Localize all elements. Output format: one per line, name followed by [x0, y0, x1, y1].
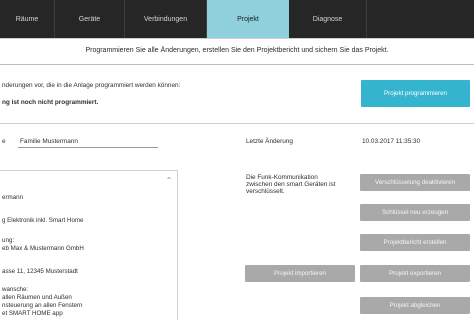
details-line: asse 11, 12345 Musterstadt: [2, 268, 78, 275]
project-details-panel: ermann g Elektronik inkl. Smart Home ung…: [0, 170, 178, 320]
details-line: et SMART HOME app: [2, 310, 63, 317]
project-name-label: e: [2, 138, 6, 145]
tab-projekt[interactable]: Projekt: [207, 0, 289, 38]
complete-project-button[interactable]: Projekt abgleichen: [360, 297, 470, 314]
export-project-button[interactable]: Projekt exportieren: [360, 265, 470, 282]
details-line: nsteuerung an allen Fenstern: [2, 302, 83, 309]
tab-raeume[interactable]: Räume: [0, 0, 55, 38]
deactivate-encryption-button[interactable]: Verschlüsselung deaktivieren: [360, 174, 470, 191]
reset-key-button[interactable]: Schlüssel neu erzeugen: [360, 204, 470, 221]
create-report-button[interactable]: Projektbericht erstellen: [360, 234, 470, 251]
details-line: eb Max & Mustermann GmbH: [2, 245, 84, 252]
instruction-text: Programmieren Sie alle Änderungen, erste…: [0, 38, 474, 65]
details-line: ung:: [2, 237, 15, 244]
encryption-info-line: zwischen den smart Geräten ist: [246, 181, 336, 188]
project-name-underline: [18, 147, 158, 148]
encryption-info-line: verschlüsselt.: [246, 188, 285, 195]
tab-geraete[interactable]: Geräte: [55, 0, 125, 38]
details-line: g Elektronik inkl. Smart Home: [2, 217, 84, 224]
last-change-label: Letzte Änderung: [246, 138, 293, 145]
tab-diagnose[interactable]: Diagnose: [289, 0, 367, 38]
top-navigation: Räume Geräte Verbindungen Projekt Diagno…: [0, 0, 474, 39]
project-name-input[interactable]: Familie Mustermann: [20, 138, 78, 145]
details-line: wansche:: [2, 286, 29, 293]
encryption-info-line: Die Funk-Kommunikation: [246, 174, 318, 181]
scroll-up-icon[interactable]: ⌃: [164, 176, 174, 186]
details-line: allen Räumen und Außen: [2, 294, 72, 301]
tab-verbindungen[interactable]: Verbindungen: [125, 0, 207, 38]
last-change-value: 10.03.2017 11:35:30: [362, 138, 421, 145]
program-status-text: ng ist noch nicht programmiert.: [2, 99, 99, 106]
section-divider: [0, 123, 474, 124]
details-line: ermann: [2, 194, 23, 201]
program-info-text: nderungen vor, die in die Anlage program…: [2, 82, 181, 89]
import-project-button[interactable]: Projekt importieren: [245, 265, 355, 282]
program-project-button[interactable]: Projekt programmieren: [361, 80, 470, 107]
